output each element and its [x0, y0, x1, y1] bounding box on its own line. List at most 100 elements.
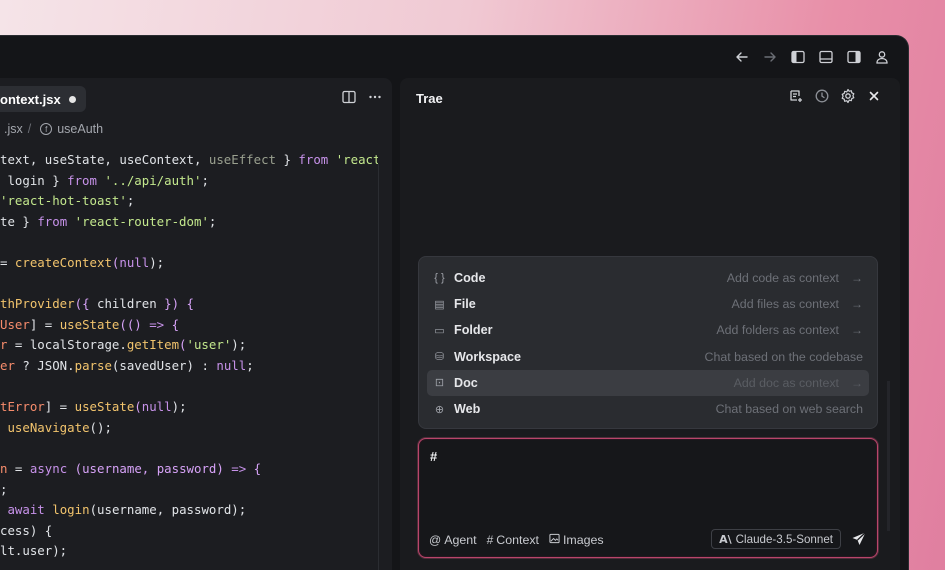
account-icon[interactable]	[874, 49, 890, 65]
editor-scrollbar-track[interactable]	[378, 164, 379, 570]
code-token: (	[179, 337, 187, 353]
code-line[interactable]: r = localStorage.getItem('user');	[0, 335, 378, 356]
history-icon[interactable]	[814, 88, 830, 104]
code-line[interactable]: 'react-hot-toast';	[0, 191, 378, 212]
code-token: te }	[0, 213, 38, 229]
chat-scrollbar[interactable]	[887, 381, 890, 531]
menu-item-code[interactable]: { } Code Add code as context →	[427, 265, 869, 291]
back-arrow-icon[interactable]	[734, 49, 750, 65]
code-token: ] =	[44, 399, 75, 415]
send-icon[interactable]	[851, 531, 867, 547]
menu-item-hint: Add files as context	[731, 297, 839, 312]
menu-item-folder[interactable]: ▭ Folder Add folders as context →	[427, 317, 869, 343]
menu-item-hint: Add folders as context	[716, 323, 839, 338]
code-line[interactable]: thProvider({ children }) {	[0, 294, 378, 315]
menu-item-label: Folder	[454, 323, 493, 338]
at-icon: @	[429, 533, 442, 547]
code-line[interactable]: cess) {	[0, 521, 378, 542]
code-line[interactable]	[0, 274, 378, 295]
close-icon[interactable]	[866, 88, 882, 104]
code-token: getItem	[126, 337, 180, 353]
code-icon: { }	[434, 272, 445, 285]
code-token: useEffect	[208, 152, 277, 167]
code-token: {	[164, 316, 180, 332]
code-line[interactable]: useNavigate();	[0, 418, 378, 439]
code-line[interactable]: User] = useState(() => {	[0, 315, 378, 336]
editor-tab[interactable]: ontext.jsx	[0, 86, 86, 112]
images-button[interactable]: Images	[549, 533, 604, 547]
breadcrumb-file[interactable]: .jsx	[4, 122, 23, 136]
chat-input[interactable]: #	[430, 449, 437, 464]
agent-button[interactable]: @ Agent	[429, 533, 477, 547]
menu-item-label: Code	[454, 271, 486, 286]
model-selector[interactable]: A\ Claude-3.5-Sonnet	[711, 529, 841, 549]
code-line[interactable]	[0, 232, 378, 253]
code-editor: ontext.jsx .jsx / f useAuth text, useSta…	[0, 78, 392, 570]
menu-item-hint: Chat based on the codebase	[704, 349, 863, 364]
code-line[interactable]: text, useState, useContext, useEffect } …	[0, 150, 378, 171]
code-token: =>	[149, 316, 165, 332]
agent-label: Agent	[444, 533, 477, 547]
code-line[interactable]: n = async (username, password) => {	[0, 459, 378, 480]
breadcrumb-separator: /	[27, 122, 32, 136]
code-token: from	[67, 172, 97, 188]
code-area[interactable]: text, useState, useContext, useEffect } …	[0, 150, 378, 570]
code-token: );	[149, 254, 165, 270]
chat-input-box[interactable]: # @ Agent # Context Images A\ Claude-3.5…	[418, 438, 878, 558]
code-line[interactable]: = createContext(null);	[0, 253, 378, 274]
menu-item-file[interactable]: ▤ File Add files as context →	[427, 291, 869, 317]
context-menu: { } Code Add code as context → ▤ File Add file…	[418, 256, 878, 429]
app-window: ontext.jsx .jsx / f useAuth text, useSta…	[0, 36, 908, 570]
code-line[interactable]: lt.user);	[0, 541, 378, 562]
toggle-bottom-panel-icon[interactable]	[818, 49, 834, 65]
context-button[interactable]: # Context	[487, 533, 539, 547]
code-line[interactable]: ;	[0, 480, 378, 501]
code-token: children	[97, 296, 157, 312]
context-label: Context	[496, 533, 539, 547]
breadcrumb-symbol[interactable]: useAuth	[57, 122, 103, 136]
code-token: login	[52, 502, 90, 518]
title-bar	[0, 36, 908, 78]
chat-title: Trae	[416, 90, 443, 106]
web-icon: ⊕	[434, 403, 445, 416]
code-token: useNavigate	[7, 419, 90, 435]
code-token: ;	[246, 357, 254, 373]
code-token: createContext	[14, 254, 112, 270]
more-options-icon[interactable]	[368, 90, 382, 104]
code-token: ({	[74, 296, 97, 312]
code-token: }) {	[156, 296, 194, 312]
model-label: Claude-3.5-Sonnet	[735, 532, 833, 546]
code-token: 'react'	[335, 152, 378, 167]
chat-header: Trae	[400, 78, 900, 118]
code-token: null	[119, 254, 150, 270]
editor-tab-bar: ontext.jsx	[0, 78, 392, 118]
code-line[interactable]: await login(username, password);	[0, 500, 378, 521]
split-editor-icon[interactable]	[342, 90, 356, 104]
code-line[interactable]	[0, 438, 378, 459]
code-token: await	[7, 502, 45, 518]
menu-item-workspace[interactable]: ⛁ Workspace Chat based on the codebase	[427, 344, 869, 370]
menu-item-doc[interactable]: ⊡ Doc Add doc as context →	[427, 369, 869, 396]
code-line[interactable]: er ? JSON.parse(savedUser) : null;	[0, 356, 378, 377]
settings-gear-icon[interactable]	[840, 88, 856, 104]
unsaved-dot-icon	[68, 95, 76, 103]
toggle-left-panel-icon[interactable]	[790, 49, 806, 65]
code-token: from	[37, 213, 68, 229]
toggle-right-panel-icon[interactable]	[846, 49, 862, 65]
code-line[interactable]: login } from '../api/auth';	[0, 171, 378, 192]
code-token: );	[171, 399, 187, 415]
code-line[interactable]	[0, 377, 378, 398]
code-line[interactable]: te } from 'react-router-dom';	[0, 212, 378, 233]
new-chat-icon[interactable]	[788, 88, 804, 104]
forward-arrow-icon[interactable]	[762, 49, 778, 65]
code-token: cess) {	[0, 522, 53, 538]
menu-item-label: File	[454, 297, 476, 312]
code-token: (	[134, 399, 142, 415]
code-token: '../api/auth'	[104, 172, 202, 188]
menu-item-web[interactable]: ⊕ Web Chat based on web search	[427, 396, 869, 422]
menu-item-label: Doc	[454, 375, 478, 390]
code-token: async	[29, 460, 68, 476]
code-line[interactable]: tError] = useState(null);	[0, 397, 378, 418]
code-token: thProvider	[0, 296, 75, 312]
